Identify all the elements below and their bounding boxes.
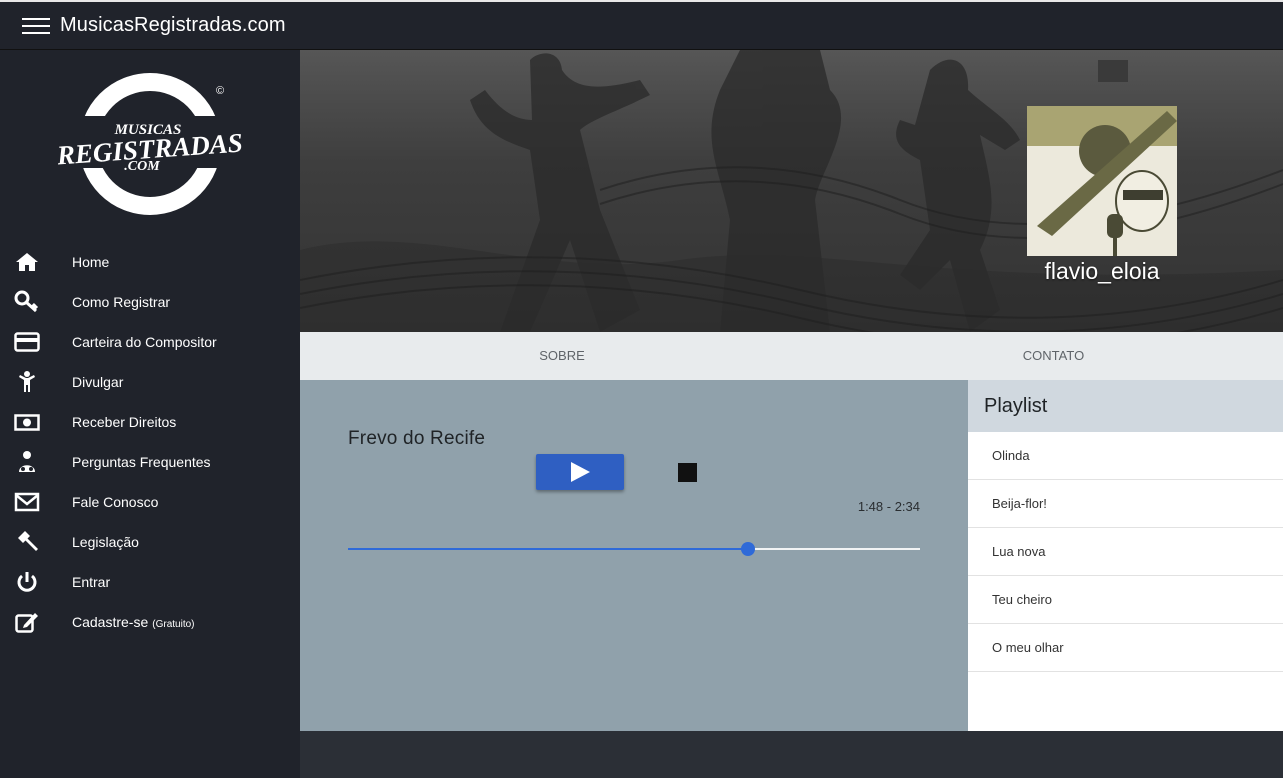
hamburger-menu-icon[interactable]	[22, 14, 50, 38]
play-icon	[571, 462, 590, 482]
sidebar-item-cadastre-se[interactable]: Cadastre-se (Gratuito)	[0, 602, 300, 642]
envelope-icon	[14, 492, 40, 512]
sidebar-item-label: Legislação	[72, 534, 139, 550]
sidebar-item-label: Entrar	[72, 574, 111, 590]
sidebar-item-label: Fale Conosco	[72, 494, 159, 510]
sidebar-item-label: Divulgar	[72, 374, 124, 390]
profile-banner: flavio_eloia	[300, 50, 1283, 332]
playback-time: 1:48 - 2:34	[857, 499, 920, 514]
question-person-icon	[19, 451, 35, 472]
sidebar-item-label: Como Registrar	[72, 294, 171, 310]
cadastre-suffix: (Gratuito)	[152, 619, 195, 630]
profile-username: flavio_eloia	[1044, 258, 1160, 284]
money-icon	[14, 414, 40, 431]
playlist-item[interactable]: O meu olhar	[968, 624, 1283, 672]
sidebar-item-label: Carteira do Compositor	[72, 334, 217, 350]
sidebar-item-label: Perguntas Frequentes	[72, 454, 211, 470]
footer-band	[300, 731, 1283, 778]
sidebar-item-receber-direitos[interactable]: Receber Direitos	[0, 402, 300, 442]
home-icon	[16, 253, 38, 271]
person-icon	[19, 371, 35, 392]
top-app-bar: MusicasRegistradas.com	[0, 0, 1283, 50]
key-icon	[14, 290, 39, 313]
playlist-list: Olinda Beija-flor! Lua nova Teu cheiro O…	[968, 432, 1283, 672]
profile-avatar[interactable]	[1027, 106, 1177, 256]
playlist-item[interactable]: Teu cheiro	[968, 576, 1283, 624]
sidebar-item-label: Receber Direitos	[72, 414, 177, 430]
edit-icon	[15, 613, 38, 633]
logo-text-com: .COM	[124, 159, 160, 174]
profile-tabs: SOBRE CONTATO	[300, 332, 1283, 380]
copyright-mark: ©	[216, 85, 224, 97]
play-button[interactable]	[536, 454, 624, 490]
progress-thumb[interactable]	[740, 542, 755, 556]
sidebar-item-label: Cadastre-se (Gratuito)	[72, 614, 195, 630]
tab-contato[interactable]: CONTATO	[824, 332, 1283, 380]
stop-button[interactable]	[678, 463, 697, 482]
sidebar-item-legislacao[interactable]: Legislação	[0, 522, 300, 562]
audio-player: Frevo do Recife 1:48 - 2:34	[300, 380, 968, 731]
sidebar-item-carteira[interactable]: Carteira do Compositor	[0, 322, 300, 362]
tab-sobre[interactable]: SOBRE	[300, 332, 824, 380]
musicas-registradas-logo[interactable]: MUSICAS REGISTRADAS .COM ©	[58, 70, 248, 222]
power-icon	[17, 572, 37, 592]
playlist-item[interactable]: Olinda	[968, 432, 1283, 480]
playlist-item[interactable]: Beija-flor!	[968, 480, 1283, 528]
app-title[interactable]: MusicasRegistradas.com	[60, 14, 286, 37]
song-title: Frevo do Recife	[348, 428, 486, 449]
sidebar: MUSICAS REGISTRADAS .COM © Home Como Reg…	[0, 50, 300, 778]
playlist-panel: Playlist Olinda Beija-flor! Lua nova Teu…	[968, 380, 1283, 731]
sidebar-item-home[interactable]: Home	[0, 242, 300, 282]
sidebar-nav: Home Como Registrar Carteira do Composit…	[0, 242, 300, 642]
sidebar-item-label: Home	[72, 254, 110, 270]
credit-card-icon	[14, 332, 40, 352]
gavel-icon	[18, 531, 38, 551]
playlist-title: Playlist	[968, 380, 1283, 432]
sidebar-item-como-registrar[interactable]: Como Registrar	[0, 282, 300, 322]
sidebar-item-divulgar[interactable]: Divulgar	[0, 362, 300, 402]
progress-fill	[348, 548, 748, 550]
cadastre-label: Cadastre-se	[72, 614, 149, 630]
playlist-item[interactable]: Lua nova	[968, 528, 1283, 576]
sidebar-item-fale-conosco[interactable]: Fale Conosco	[0, 482, 300, 522]
sidebar-item-entrar[interactable]: Entrar	[0, 562, 300, 602]
progress-slider[interactable]	[348, 542, 920, 556]
sidebar-item-perguntas[interactable]: Perguntas Frequentes	[0, 442, 300, 482]
